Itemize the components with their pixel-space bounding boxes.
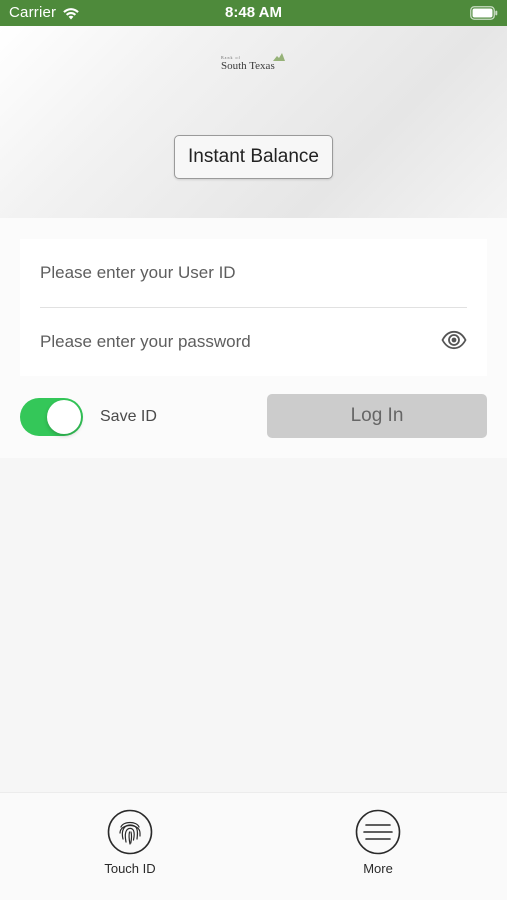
password-field[interactable]: Please enter your password (40, 308, 467, 376)
user-id-placeholder: Please enter your User ID (40, 263, 236, 282)
login-button[interactable]: Log In (267, 394, 487, 438)
app-screen: Carrier 8:48 AM Bank of South Texas Inst… (0, 0, 507, 900)
login-form: Please enter your User ID Please enter y… (20, 239, 487, 376)
bank-logo: Bank of South Texas (220, 52, 290, 72)
logo-mark-icon (273, 53, 285, 61)
login-panel: Please enter your User ID Please enter y… (0, 218, 507, 458)
status-bar: Carrier 8:48 AM (0, 0, 507, 26)
save-id-label: Save ID (100, 408, 157, 425)
tab-more-label: More (363, 861, 393, 876)
user-id-field[interactable]: Please enter your User ID (40, 239, 467, 308)
bottom-tab-bar: Touch ID More (0, 792, 507, 900)
save-id-toggle[interactable] (20, 398, 83, 436)
eye-icon[interactable] (441, 330, 467, 350)
clock: 8:48 AM (225, 4, 282, 21)
header: Bank of South Texas Instant Balance (0, 26, 507, 218)
tab-more[interactable]: More (333, 809, 423, 879)
fingerprint-icon (107, 809, 153, 855)
battery-icon (470, 6, 498, 20)
toggle-knob (47, 400, 81, 434)
logo-main-text: South Texas (221, 60, 275, 72)
instant-balance-button[interactable]: Instant Balance (174, 135, 333, 179)
menu-icon (355, 809, 401, 855)
password-placeholder: Please enter your password (40, 332, 251, 351)
tab-touch-id-label: Touch ID (104, 861, 156, 876)
tab-touch-id[interactable]: Touch ID (85, 809, 175, 879)
